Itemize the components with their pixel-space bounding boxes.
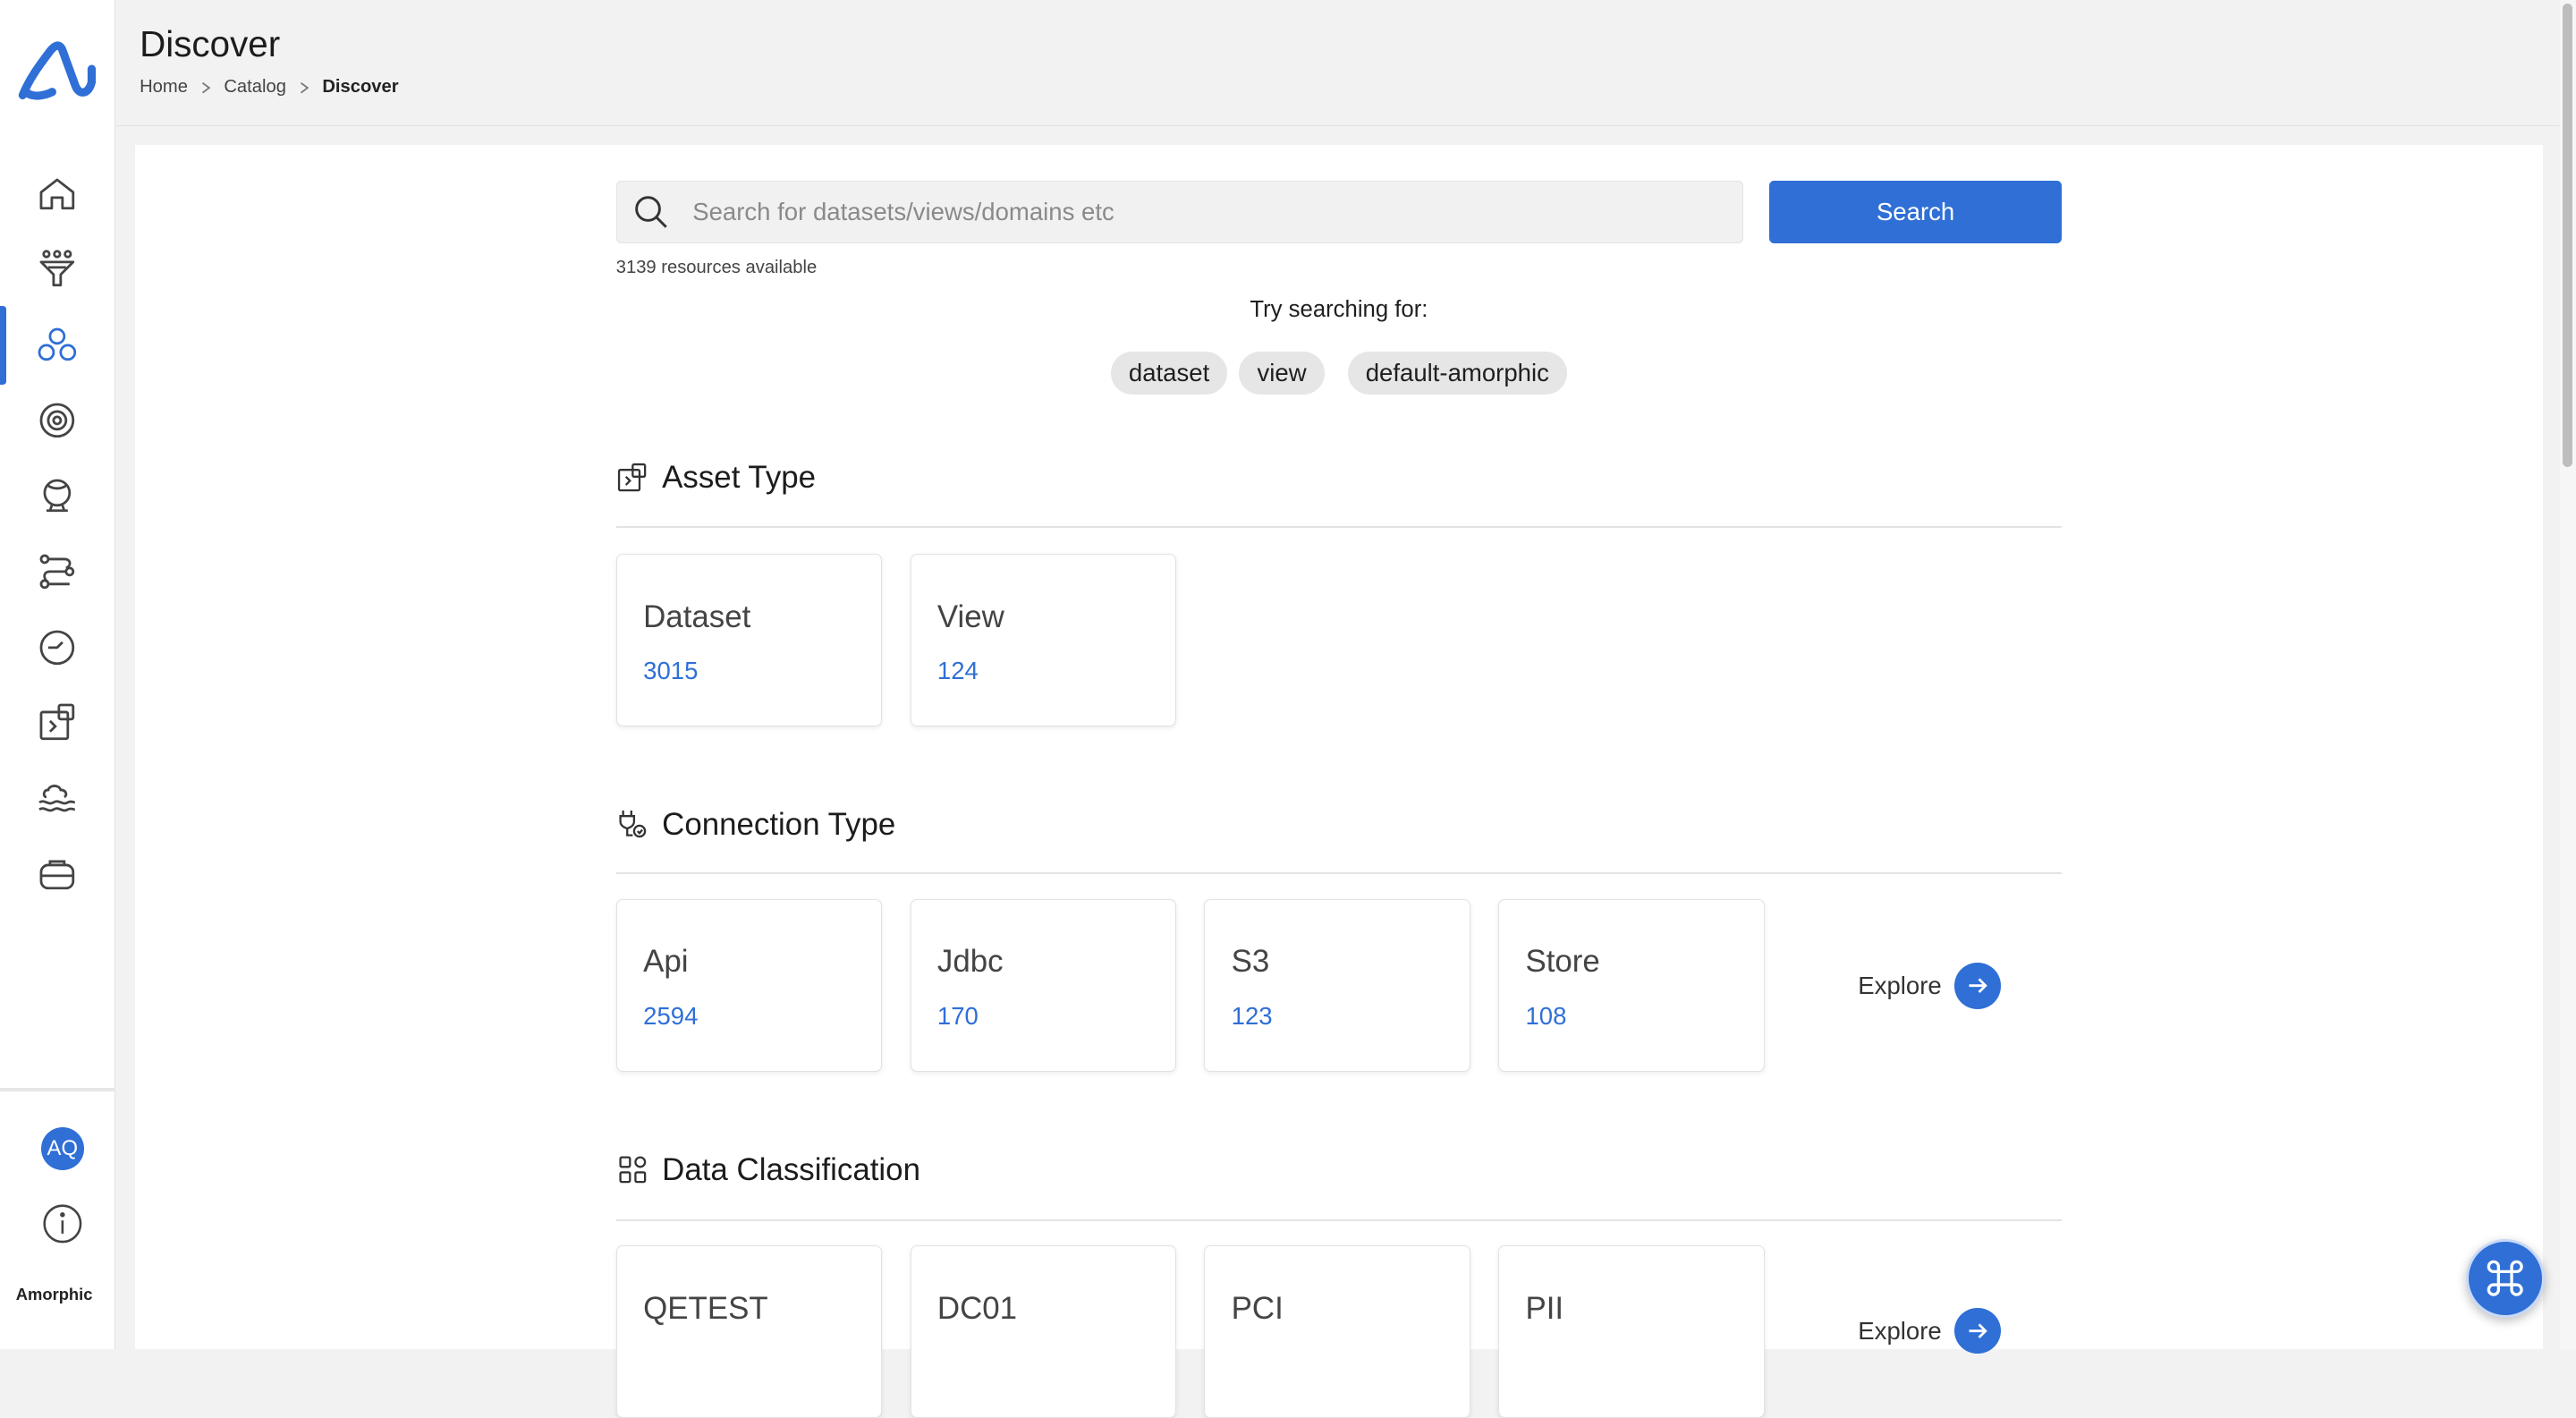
card-count: 123 — [1231, 1001, 1273, 1030]
section-title: Data Classification — [662, 1151, 920, 1187]
search-icon — [635, 195, 667, 228]
funnel-icon — [39, 250, 75, 287]
section-data-classification: Data Classification — [616, 1152, 920, 1188]
search-box[interactable] — [615, 181, 1743, 243]
card-label: Store — [1525, 944, 1600, 980]
classification-card-pci[interactable]: PCI — [1204, 1245, 1470, 1418]
explore-label: Explore — [1858, 972, 1942, 999]
arrow-right-icon — [1969, 1323, 1988, 1339]
asset-card-view[interactable]: View 124 — [910, 553, 1177, 726]
breadcrumb-discover: Discover — [322, 77, 399, 98]
card-count: 3015 — [643, 656, 699, 684]
search-input[interactable] — [689, 196, 1682, 228]
settings-gear-icon — [39, 403, 75, 438]
explore-connection-types[interactable]: Explore — [1858, 963, 2001, 1009]
chevron-right-icon — [300, 81, 309, 94]
brand-name: Amorphic — [15, 1285, 93, 1304]
card-label: PCI — [1231, 1290, 1284, 1326]
sidebar-item-integrations[interactable] — [0, 690, 115, 755]
explore-data-classifications[interactable]: Explore — [1858, 1308, 2001, 1354]
card-label: QETEST — [643, 1290, 768, 1326]
main-content — [134, 144, 2544, 1349]
card-label: Dataset — [643, 599, 751, 634]
card-count: 108 — [1525, 1001, 1567, 1030]
connection-card-store[interactable]: Store 108 — [1498, 898, 1765, 1072]
sidebar-item-globe[interactable] — [0, 463, 115, 529]
suggestion-chip-view[interactable]: view — [1239, 352, 1325, 395]
breadcrumb: Home Catalog Discover — [140, 77, 399, 98]
search-button[interactable]: Search — [1769, 181, 2063, 243]
classification-card-dc01[interactable]: DC01 — [910, 1245, 1177, 1418]
catalog-icon — [38, 327, 77, 361]
section-connection-type: Connection Type — [616, 806, 896, 843]
section-title: Asset Type — [662, 460, 817, 496]
card-label: View — [936, 599, 1004, 634]
classification-card-pii[interactable]: PII — [1498, 1245, 1765, 1418]
card-label: PII — [1525, 1290, 1564, 1326]
home-icon — [39, 178, 75, 210]
cloud-lake-icon — [38, 784, 76, 812]
sidebar-item-catalog[interactable] — [0, 305, 115, 385]
sidebar-item-datalake[interactable] — [0, 766, 115, 831]
sidebar-item-schedules[interactable] — [0, 615, 115, 680]
page-header: Discover Home Catalog Discover — [116, 0, 2560, 126]
connection-card-jdbc[interactable]: Jdbc 170 — [910, 898, 1177, 1072]
asset-card-dataset[interactable]: Dataset 3015 — [615, 553, 883, 726]
card-label: S3 — [1231, 944, 1270, 980]
explore-label: Explore — [1858, 1316, 1942, 1345]
suggestion-chip-dataset[interactable]: dataset — [1110, 352, 1228, 395]
command-key-icon — [2487, 1260, 2523, 1296]
connection-card-api[interactable]: Api 2594 — [615, 898, 883, 1072]
section-title: Connection Type — [662, 806, 896, 842]
info-icon[interactable] — [41, 1202, 84, 1245]
plug-icon — [619, 811, 647, 838]
puzzle-icon — [39, 703, 75, 741]
chevron-right-icon — [201, 81, 211, 94]
sidebar-item-storage[interactable] — [0, 841, 115, 906]
card-label: Jdbc — [936, 944, 1004, 980]
resources-count: 3139 resources available — [615, 258, 818, 278]
page-scrollbar[interactable] — [2559, 0, 2576, 1349]
card-count: 2594 — [643, 1001, 699, 1030]
explore-arrow-button[interactable] — [1954, 963, 2001, 1009]
connection-card-s3[interactable]: S3 123 — [1204, 898, 1470, 1072]
sidebar-item-settings[interactable] — [0, 387, 115, 453]
briefcase-icon — [39, 860, 75, 890]
sidebar-item-ingestion[interactable] — [0, 236, 115, 301]
grid-icon — [619, 1156, 647, 1184]
card-count: 124 — [936, 656, 979, 684]
explore-arrow-button[interactable] — [1954, 1308, 2001, 1354]
card-count: 170 — [936, 1001, 979, 1030]
globe-icon — [43, 479, 72, 512]
card-label: DC01 — [936, 1290, 1018, 1326]
scrollbar-thumb[interactable] — [2563, 3, 2573, 467]
arrow-right-icon — [1969, 978, 1988, 994]
classification-card-qetest[interactable]: QETEST — [615, 1245, 883, 1418]
sidebar-item-home[interactable] — [0, 161, 115, 226]
try-searching-label: Try searching for: — [1250, 297, 1428, 323]
clock-icon — [39, 630, 75, 665]
section-divider — [615, 525, 2063, 528]
section-asset-type: Asset Type — [616, 460, 816, 496]
page-title: Discover — [140, 22, 281, 64]
user-avatar[interactable]: AQ — [40, 1126, 84, 1170]
amorphic-logo-icon[interactable] — [16, 30, 98, 108]
suggestion-chip-default-amorphic[interactable]: default-amorphic — [1347, 352, 1568, 395]
section-divider — [615, 1218, 2063, 1221]
puzzle-icon — [617, 463, 647, 492]
section-divider — [615, 872, 2063, 875]
card-label: Api — [643, 944, 689, 980]
breadcrumb-home[interactable]: Home — [140, 77, 188, 98]
breadcrumb-catalog[interactable]: Catalog — [224, 77, 286, 98]
workflow-icon — [39, 554, 75, 590]
sidebar-item-workflows[interactable] — [0, 539, 115, 604]
sidebar: AQ Amorphic — [0, 0, 115, 1349]
command-palette-button[interactable] — [2465, 1238, 2546, 1319]
sidebar-divider — [0, 1087, 115, 1091]
search-suggestions: dataset view default-amorphic — [616, 352, 2062, 395]
